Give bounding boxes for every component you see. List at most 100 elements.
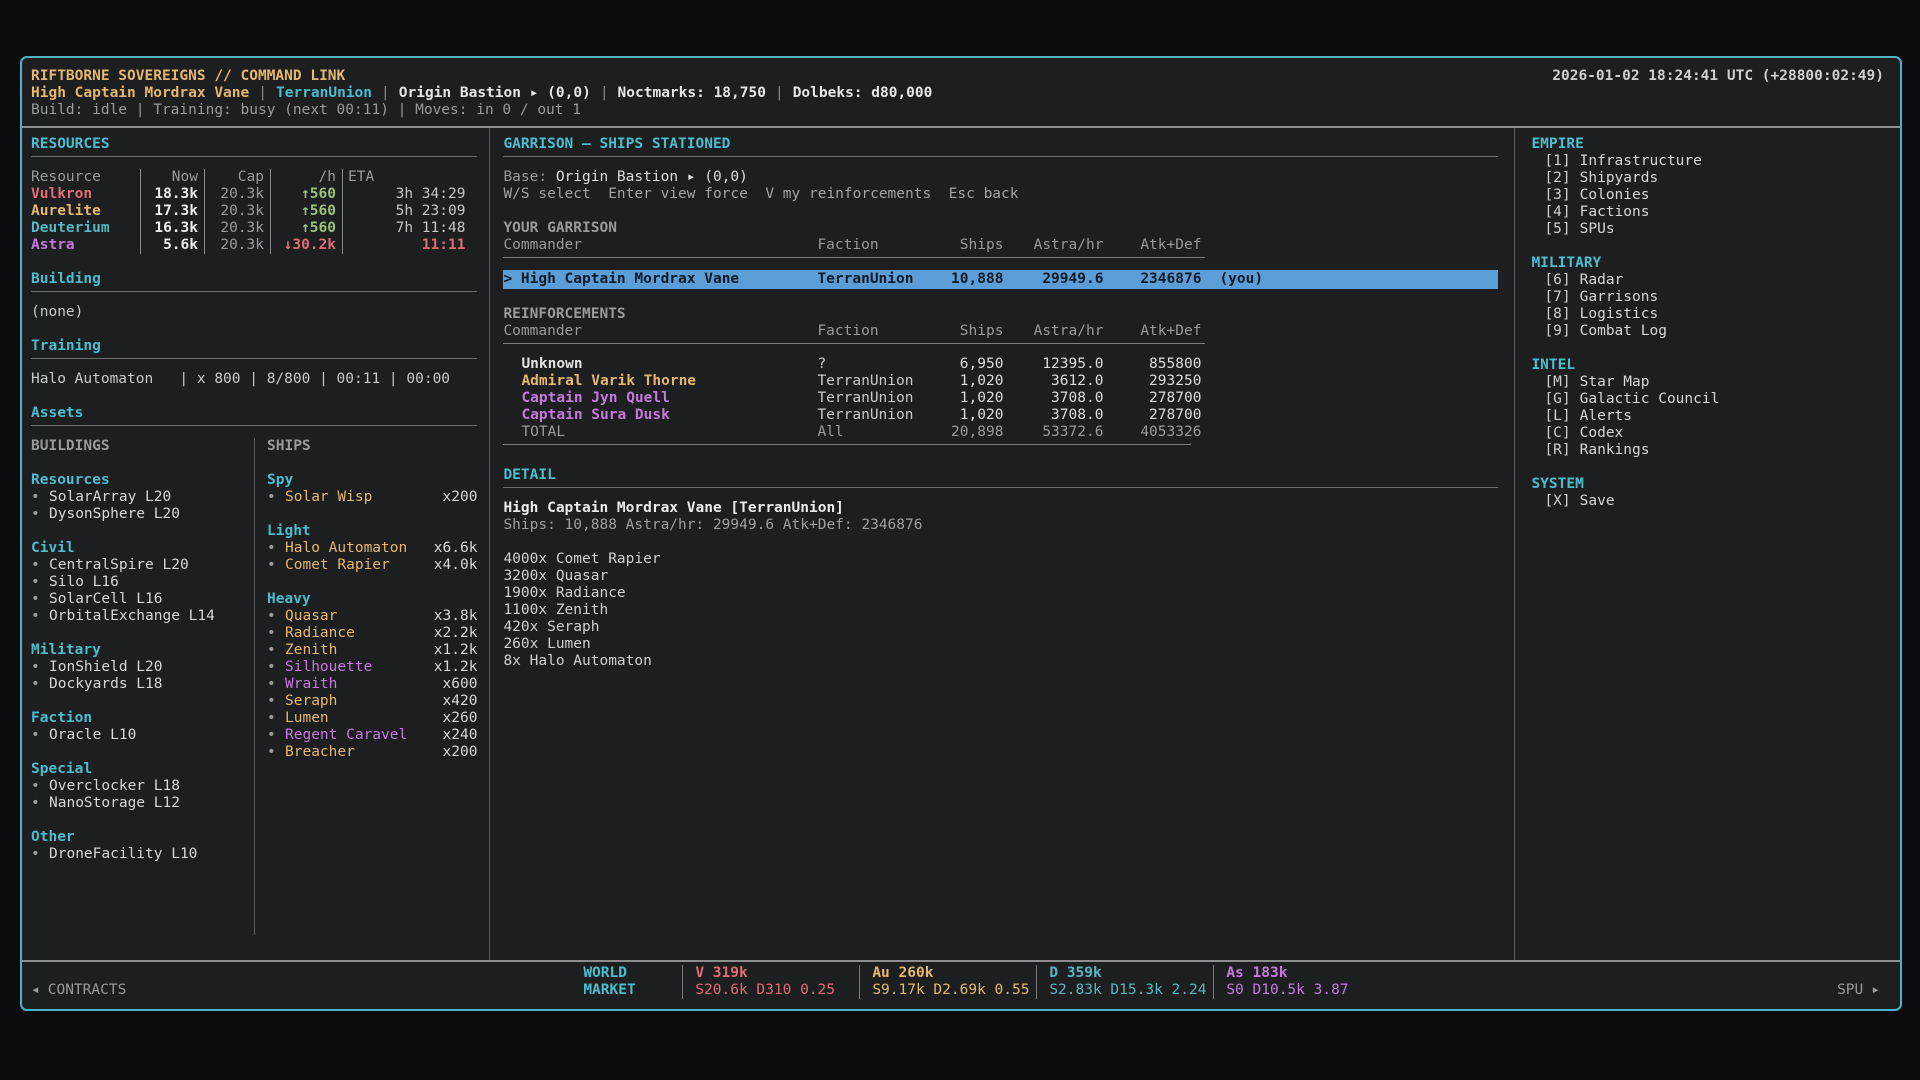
row-faction: TerranUnion (817, 271, 939, 288)
bullet-icon: • (31, 506, 49, 523)
group-title: Special (31, 761, 254, 778)
detail-title: DETAIL (503, 467, 1498, 484)
detail-heading: High Captain Mordrax Vane [TerranUnion] (503, 500, 1498, 517)
col-commander: Commander (503, 323, 817, 340)
resource-now: 16.3k (141, 220, 205, 237)
building-name: Oracle L10 (49, 727, 136, 744)
base-value: Origin Bastion ▸ (0,0) (556, 169, 748, 185)
ship-name: Solar Wisp (285, 489, 372, 506)
reinforcements-label: REINFORCEMENTS (503, 306, 1498, 323)
col-now: Now (141, 169, 205, 186)
ship-qty: x1.2k (434, 659, 478, 676)
menu-item-codex[interactable]: [C]Codex (1531, 425, 1888, 442)
row-ships: 20,898 (939, 424, 1003, 441)
market-total: D 359k (1049, 965, 1213, 982)
menu-item-alerts[interactable]: [L]Alerts (1531, 408, 1888, 425)
building-item: •OrbitalExchange L14 (31, 608, 254, 625)
menu-item-garrisons[interactable]: [7]Garrisons (1531, 289, 1888, 306)
resource-row-deuterium: Deuterium 16.3k 20.3k ↑560 7h 11:48 (31, 220, 477, 237)
resource-row-vulkron: Vulkron 18.3k 20.3k ↑560 3h 34:29 (31, 186, 477, 203)
bullet-icon: • (267, 710, 285, 727)
bullet-icon: • (31, 676, 49, 693)
reinforcement-row[interactable]: Captain Jyn Quell TerranUnion 1,020 3708… (503, 390, 1498, 407)
col-faction: Faction (817, 323, 939, 340)
reinforcements-table-header: Commander Faction Ships Astra/hr Atk+Def (503, 323, 1498, 340)
building-group-special: Special •Overclocker L18 •NanoStorage L1… (31, 761, 254, 812)
col-ships: Ships (939, 323, 1003, 340)
player-status-line: High Captain Mordrax Vane|TerranUnion|Or… (31, 85, 1884, 102)
reinforcement-row[interactable]: Captain Sura Dusk TerranUnion 1,020 3708… (503, 407, 1498, 424)
ship-name: Radiance (285, 625, 355, 642)
ship-qty: x1.2k (434, 642, 478, 659)
menu-item-colonies[interactable]: [3]Colonies (1531, 187, 1888, 204)
building-item: •CentralSpire L20 (31, 557, 254, 574)
detail-ship-line: 1900x Radiance (503, 585, 1498, 602)
selection-cursor: > (503, 271, 520, 287)
ship-name: Regent Caravel (285, 727, 407, 744)
reinforcement-row[interactable]: Admiral Varik Thorne TerranUnion 1,020 3… (503, 373, 1498, 390)
resource-name: Vulkron (31, 186, 141, 203)
menu-item-spus[interactable]: [5]SPUs (1531, 221, 1888, 238)
commander-name: Captain Jyn Quell (503, 390, 817, 407)
current-location: Origin Bastion ▸ (0,0) (399, 85, 591, 101)
row-faction: ? (817, 356, 939, 373)
divider (503, 343, 1205, 344)
bullet-icon: • (267, 489, 285, 506)
divider (31, 358, 477, 359)
col-resource: Resource (31, 169, 141, 186)
ship-qty: x200 (443, 489, 478, 506)
row-astra: 3708.0 (1003, 390, 1103, 407)
ship-item: •Breacherx200 (267, 744, 477, 761)
contracts-button[interactable]: ◂CONTRACTS (31, 982, 126, 999)
your-garrison-label: YOUR GARRISON (503, 220, 1498, 237)
garrison-table-header: Commander Faction Ships Astra/hr Atk+Def (503, 237, 1498, 254)
col-ships: Ships (939, 237, 1003, 254)
col-astra: Astra/hr (1003, 237, 1103, 254)
bullet-icon: • (267, 625, 285, 642)
menu-item-logistics[interactable]: [8]Logistics (1531, 306, 1888, 323)
building-item: •DysonSphere L20 (31, 506, 254, 523)
bullet-icon: • (31, 778, 49, 795)
menu-section-title: MILITARY (1531, 255, 1888, 272)
building-item: •Dockyards L18 (31, 676, 254, 693)
resource-name: Deuterium (31, 220, 141, 237)
divider (31, 291, 477, 292)
ship-name: Lumen (285, 710, 329, 727)
bullet-icon: • (31, 574, 49, 591)
bullet-icon: • (31, 557, 49, 574)
resource-eta: 11:11 (343, 237, 477, 254)
col-faction: Faction (817, 237, 939, 254)
detail-ship-line: 1100x Zenith (503, 602, 1498, 619)
market-detail: S9.17k D2.69k 0.55 (872, 982, 1036, 999)
bullet-icon: • (31, 659, 49, 676)
menu-item-radar[interactable]: [6]Radar (1531, 272, 1888, 289)
menu-item-infrastructure[interactable]: [1]Infrastructure (1531, 153, 1888, 170)
menu-item-star-map[interactable]: [M]Star Map (1531, 374, 1888, 391)
menu-item-combat-log[interactable]: [9]Combat Log (1531, 323, 1888, 340)
market-detail: S2.83k D15.3k 2.24 (1049, 982, 1213, 999)
detail-ship-list: 4000x Comet Rapier 3200x Quasar 1900x Ra… (503, 551, 1498, 670)
garrison-row-selected[interactable]: > High Captain Mordrax Vane TerranUnion … (503, 270, 1498, 289)
building-queue-empty: (none) (31, 304, 477, 321)
market-total: As 183k (1226, 965, 1390, 982)
reinforcement-row[interactable]: Unknown ? 6,950 12395.0 855800 (503, 356, 1498, 373)
spu-button[interactable]: SPU▸ (1837, 982, 1880, 999)
menu-item-shipyards[interactable]: [2]Shipyards (1531, 170, 1888, 187)
menu-item-galactic-council[interactable]: [G]Galactic Council (1531, 391, 1888, 408)
row-faction: TerranUnion (817, 407, 939, 424)
ship-name: Zenith (285, 642, 337, 659)
menu-item-save[interactable]: [X]Save (1531, 493, 1888, 510)
building-name: SolarCell L16 (49, 591, 163, 608)
divider (503, 487, 1498, 488)
bullet-icon: • (267, 676, 285, 693)
menu-item-factions[interactable]: [4]Factions (1531, 204, 1888, 221)
group-title: Other (31, 829, 254, 846)
ship-name: Seraph (285, 693, 337, 710)
building-name: CentralSpire L20 (49, 557, 189, 574)
ship-item: •Lumenx260 (267, 710, 477, 727)
separator: | (249, 85, 276, 101)
resource-cap: 20.3k (205, 237, 271, 254)
col-atk: Atk+Def (1103, 323, 1201, 340)
menu-item-rankings[interactable]: [R]Rankings (1531, 442, 1888, 459)
commander-name: Unknown (503, 356, 817, 373)
